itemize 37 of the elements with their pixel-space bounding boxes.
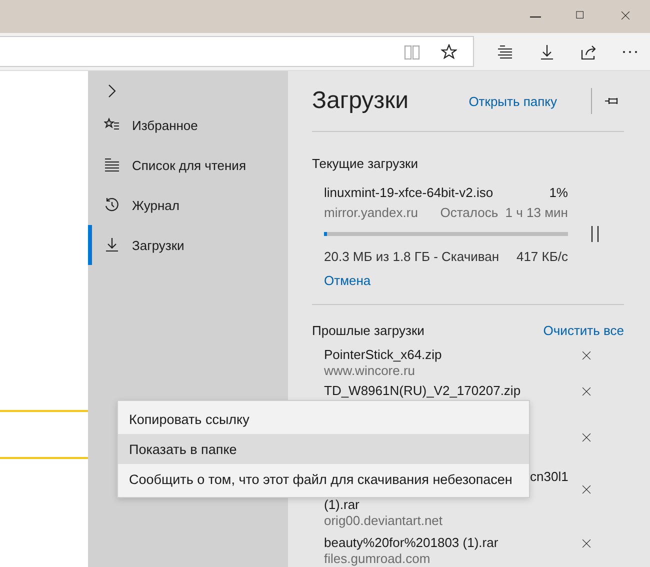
file-name: cn30l1 <box>530 469 568 485</box>
list-icon <box>497 44 513 60</box>
time-remaining: Осталось 1 ч 13 мин <box>440 204 568 220</box>
pause-icon <box>590 225 600 243</box>
menu-item[interactable]: Копировать ссылку <box>118 404 529 434</box>
file-name: linuxmint-19-xfce-64bit-v2.iso <box>324 184 494 200</box>
cancel-link[interactable]: Отмена <box>324 272 371 288</box>
menu-item[interactable]: Сообщить о том, что этот файл для скачивания небезопасен <box>118 464 529 494</box>
minimize-icon <box>530 16 540 18</box>
source: www.wincore.ru <box>324 363 416 379</box>
clear-all-link[interactable]: Очистить все <box>543 322 624 338</box>
file-name: beauty%20for%201803 (1).rar <box>324 535 498 551</box>
file-name: TD_W8961N(RU)_V2_170207.zip <box>324 383 521 399</box>
download-icon <box>104 237 120 253</box>
panel-title: Загрузки <box>312 87 410 115</box>
hub-nav-item[interactable]: Список для чтения <box>88 145 288 185</box>
open-folder-link[interactable]: Открыть папку <box>468 94 557 108</box>
source: files.gumroad.com <box>324 551 430 567</box>
star-icon <box>441 44 457 60</box>
history-icon <box>104 197 120 213</box>
address-field[interactable] <box>0 36 474 67</box>
percent: 1% <box>549 184 568 200</box>
hub-nav-item[interactable]: Журнал <box>88 185 288 225</box>
file-name: PointerStick_x64.zip <box>324 347 442 363</box>
progress-text: 20.3 МБ из 1.8 ГБ - Скачиван <box>324 248 500 264</box>
hub-nav-item[interactable]: Избранное <box>88 105 288 145</box>
source: orig00.deviantart.net <box>324 513 443 529</box>
share-icon <box>581 44 597 60</box>
speed: 417 КБ/с <box>516 248 568 264</box>
download-icon <box>539 44 555 60</box>
section-heading: Текущие загрузки <box>312 156 418 170</box>
section-heading: Прошлые загрузки <box>312 322 424 338</box>
book-icon <box>403 44 421 60</box>
source: mirror.yandex.ru <box>324 204 418 220</box>
menu-item[interactable]: Показать в папке <box>118 434 529 464</box>
file-name: (1).rar <box>324 497 360 513</box>
list-icon <box>104 157 120 173</box>
